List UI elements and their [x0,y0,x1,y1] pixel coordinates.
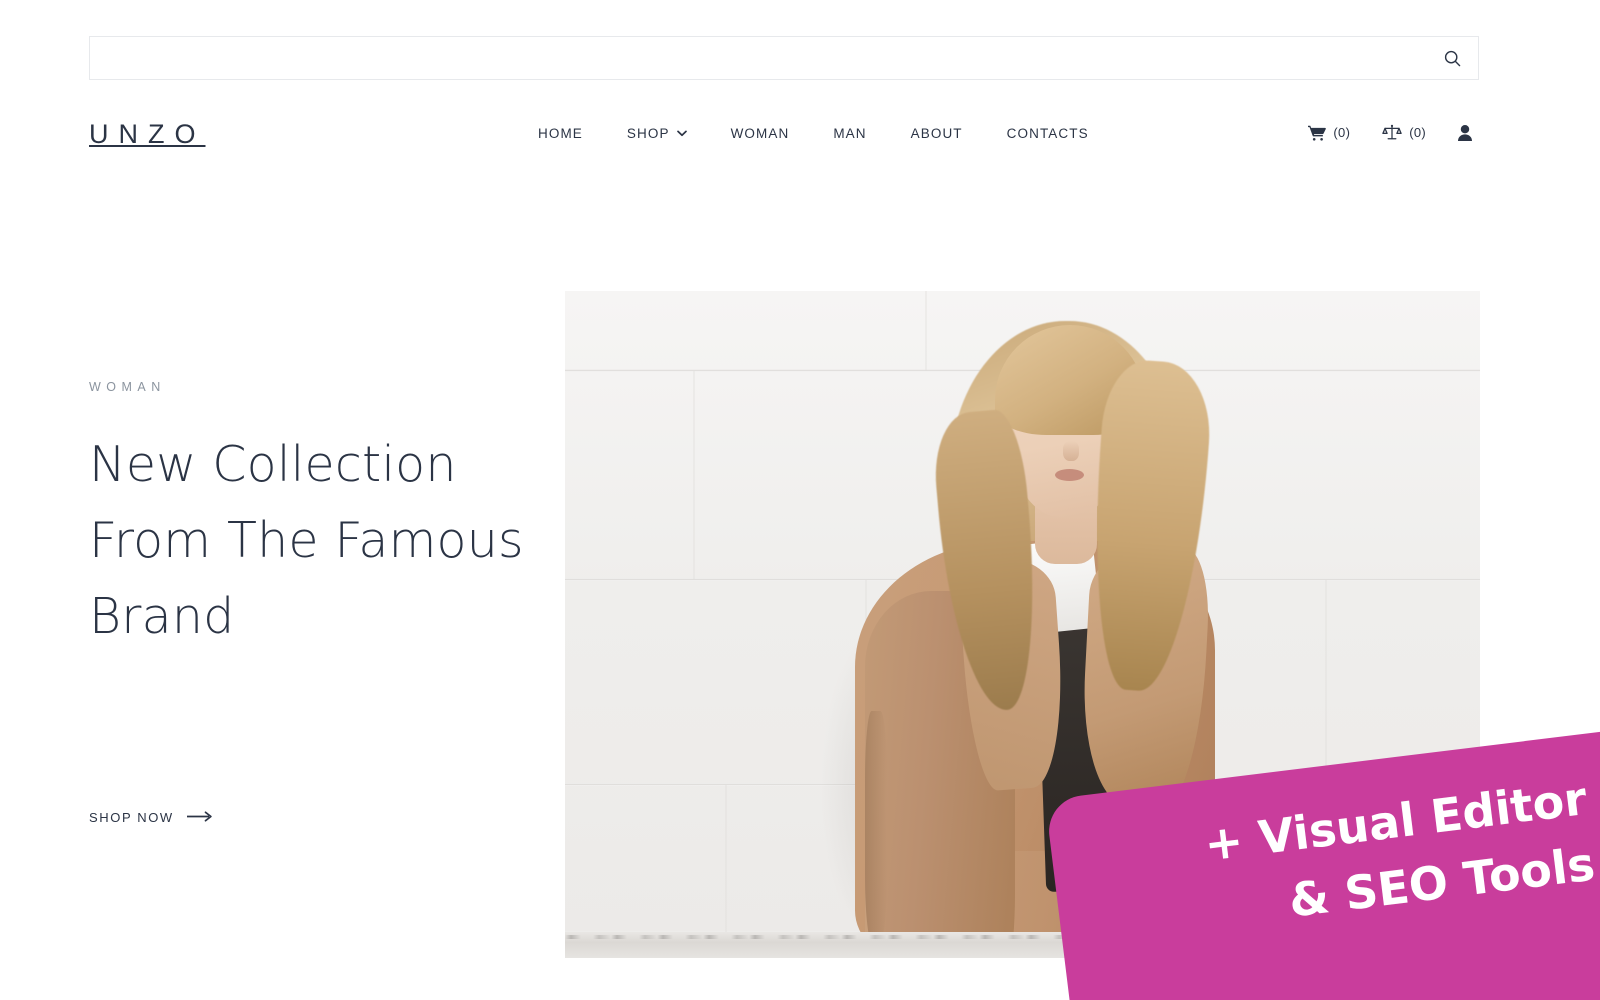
lips [1055,469,1084,481]
search-bar[interactable] [89,36,1479,80]
shop-now-link[interactable]: SHOP NOW [89,810,213,825]
chevron-down-icon [676,130,687,140]
nav-label: WOMAN [730,126,790,141]
compare-button[interactable]: (0) [1366,120,1442,145]
arrow-right-icon [186,810,213,825]
nose [1063,441,1079,461]
nav-item-about[interactable]: ABOUT [889,120,985,147]
nav-label: MAN [833,126,867,141]
balance-scale-icon [1382,124,1402,141]
search-button[interactable] [1426,37,1478,79]
hero-title-line-2: From The Famous [89,512,524,569]
cart-count: (0) [1333,125,1351,140]
search-icon [1444,50,1461,67]
hero-eyebrow: WOMAN [89,380,166,394]
shopping-cart-icon [1308,125,1327,141]
hero-title-line-3: Brand [89,588,235,645]
nav-item-home[interactable]: HOME [530,120,605,147]
hero-text-block: WOMAN New Collection From The Famous Bra… [89,380,559,825]
site-header: UNZO HOME SHOP WOMAN MAN ABOUT CONTACTS … [0,100,1600,170]
cart-button[interactable]: (0) [1292,121,1366,145]
nav-item-man[interactable]: MAN [811,120,888,147]
nav-label: SHOP [626,126,670,141]
nav-label: HOME [538,126,583,141]
user-icon [1458,124,1472,141]
site-logo[interactable]: UNZO [89,114,206,154]
hero-title-line-1: New Collection [89,436,457,493]
nav-label: ABOUT [910,126,963,141]
shop-now-label: SHOP NOW [89,810,174,825]
nav-item-shop[interactable]: SHOP [605,120,709,147]
search-input[interactable] [90,37,1426,79]
compare-count: (0) [1409,125,1426,140]
account-button[interactable] [1442,121,1488,145]
nav-label: CONTACTS [1006,126,1089,141]
main-navigation: HOME SHOP WOMAN MAN ABOUT CONTACTS [530,120,1111,147]
nav-item-contacts[interactable]: CONTACTS [985,120,1111,147]
page-root: UNZO HOME SHOP WOMAN MAN ABOUT CONTACTS … [0,0,1600,1000]
nav-item-woman[interactable]: WOMAN [709,120,812,147]
coat-sleeve-shadow [865,711,887,941]
header-tools: (0) (0) [1292,120,1488,145]
hero-title: New Collection From The Famous Brand [89,427,559,655]
